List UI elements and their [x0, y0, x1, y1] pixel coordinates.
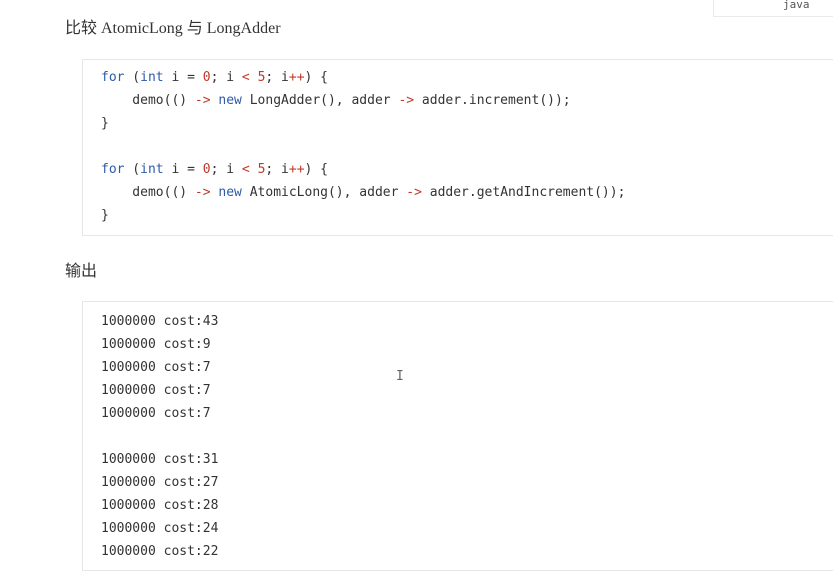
- code-token: adder.increment());: [414, 93, 571, 108]
- output-line: 1000000 cost:7: [101, 406, 211, 421]
- code-line: for (int i = 0; i < 5; i++) {: [101, 158, 625, 181]
- code-token: demo((): [101, 93, 195, 108]
- page: java 比较 AtomicLong 与 LongAdder for (int …: [0, 0, 833, 585]
- code-token: ->: [406, 185, 422, 200]
- code-token: new: [218, 185, 242, 200]
- code-token: adder.getAndIncrement());: [421, 185, 626, 200]
- code-token: ->: [194, 185, 211, 200]
- output-line: 1000000 cost:31: [101, 452, 219, 467]
- code-line: }: [101, 112, 625, 135]
- code-token: 0: [202, 70, 211, 85]
- text-cursor-icon: I: [396, 369, 404, 384]
- code-line: demo(() -> new AtomicLong(), adder -> ad…: [101, 181, 625, 204]
- output-line: 1000000 cost:43: [101, 314, 219, 329]
- code-token: (: [124, 162, 141, 177]
- output-line: 1000000 cost:27: [101, 475, 219, 490]
- code-token: ; i: [265, 162, 289, 177]
- output-line: [101, 425, 218, 448]
- code-token: ) {: [304, 162, 329, 177]
- code-token: <: [241, 162, 250, 177]
- code-token: int: [140, 70, 164, 85]
- code-line: demo(() -> new LongAdder(), adder -> add…: [101, 89, 625, 112]
- code-token: AtomicLong(), adder: [241, 185, 407, 200]
- code-token: i =: [163, 70, 203, 85]
- code-token: for: [101, 70, 125, 85]
- output-line: 1000000 cost:28: [101, 498, 219, 513]
- code-line: for (int i = 0; i < 5; i++) {: [101, 66, 625, 89]
- code-token: <: [241, 70, 250, 85]
- code-token: 0: [202, 162, 211, 177]
- output-line: 1000000 cost:24: [101, 521, 219, 536]
- code-token: ) {: [304, 70, 329, 85]
- code-token: }: [101, 116, 109, 131]
- code-token: ; i: [210, 162, 242, 177]
- code-token: new: [218, 93, 242, 108]
- code-token: int: [140, 162, 164, 177]
- code-token: i =: [163, 162, 203, 177]
- code-token: (: [124, 70, 141, 85]
- output-line: 1000000 cost:7: [101, 383, 211, 398]
- code-token: ; i: [210, 70, 242, 85]
- code-lines: for (int i = 0; i < 5; i++) { demo(() ->…: [101, 66, 625, 227]
- output-line: 1000000 cost:7: [101, 360, 211, 375]
- output-lines: 1000000 cost:43 1000000 cost:9 1000000 cos…: [101, 310, 218, 563]
- code-block-java[interactable]: for (int i = 0; i < 5; i++) { demo(() ->…: [82, 59, 833, 236]
- code-line: }: [101, 204, 625, 227]
- section-heading-compare: 比较 AtomicLong 与 LongAdder: [65, 20, 281, 37]
- code-token: }: [101, 208, 109, 223]
- code-language-label[interactable]: java: [713, 0, 833, 17]
- code-token: LongAdder(), adder: [241, 93, 399, 108]
- code-block-output[interactable]: 1000000 cost:43 1000000 cost:9 1000000 cos…: [82, 301, 833, 571]
- code-token: demo((): [101, 185, 195, 200]
- output-line: 1000000 cost:22: [101, 544, 219, 559]
- code-token: ++: [288, 162, 305, 177]
- code-token: ; i: [265, 70, 289, 85]
- output-line: 1000000 cost:9: [101, 337, 211, 352]
- code-token: ->: [398, 93, 415, 108]
- code-token: ++: [288, 70, 305, 85]
- code-token: ->: [194, 93, 211, 108]
- section-heading-output: 输出: [65, 263, 98, 280]
- code-language-text: java: [783, 0, 810, 11]
- code-token: for: [101, 162, 125, 177]
